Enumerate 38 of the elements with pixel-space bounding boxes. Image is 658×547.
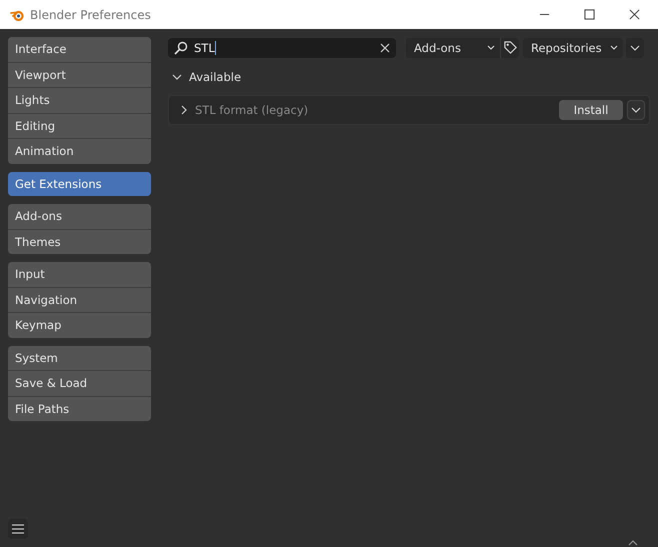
window-title: Blender Preferences [30, 8, 151, 22]
repositories-dropdown[interactable]: Repositories [523, 38, 623, 58]
maximize-icon[interactable] [584, 9, 595, 20]
sidebar-item[interactable]: Themes [8, 230, 151, 254]
sidebar-item[interactable]: Input [8, 262, 151, 286]
extension-name: STL format (legacy) [195, 103, 308, 117]
sidebar-item[interactable]: Add-ons [8, 204, 151, 228]
sidebar-item[interactable]: Editing [8, 114, 151, 138]
caret-icon [487, 45, 495, 50]
sidebar-item[interactable]: Keymap [8, 313, 151, 338]
sidebar-item[interactable]: System [8, 346, 151, 370]
menu-button[interactable] [8, 519, 28, 539]
options-button[interactable] [626, 38, 644, 58]
clear-icon[interactable] [380, 42, 390, 52]
menu-icon [12, 524, 24, 534]
sidebar-item[interactable]: Get Extensions [8, 172, 151, 196]
chevron-icon [172, 72, 182, 82]
search-field[interactable]: STL [168, 38, 396, 58]
sidebar-item[interactable]: Animation [8, 139, 151, 164]
sidebar-item[interactable]: Navigation [8, 288, 151, 312]
more-button[interactable] [627, 100, 645, 120]
chevron-icon[interactable] [179, 105, 189, 115]
caret-icon [630, 44, 640, 50]
sidebar-item[interactable]: Save & Load [8, 371, 151, 396]
install-button[interactable]: Install [559, 100, 623, 120]
sidebar-item[interactable]: Viewport [8, 62, 151, 87]
caret-icon [610, 45, 618, 50]
search-icon [174, 40, 188, 54]
caret-icon [631, 107, 641, 113]
app-logo-icon [10, 8, 24, 20]
sidebar-item[interactable]: Interface [8, 37, 151, 62]
tag-button[interactable] [500, 38, 519, 58]
filter-dropdown[interactable]: Add-ons [406, 38, 500, 58]
close-icon[interactable] [629, 9, 640, 20]
sidebar-item[interactable]: File Paths [8, 396, 151, 421]
section-header[interactable]: Available [172, 69, 650, 85]
sidebar-item[interactable]: Lights [8, 88, 151, 112]
scroll-up-icon[interactable] [628, 540, 638, 546]
